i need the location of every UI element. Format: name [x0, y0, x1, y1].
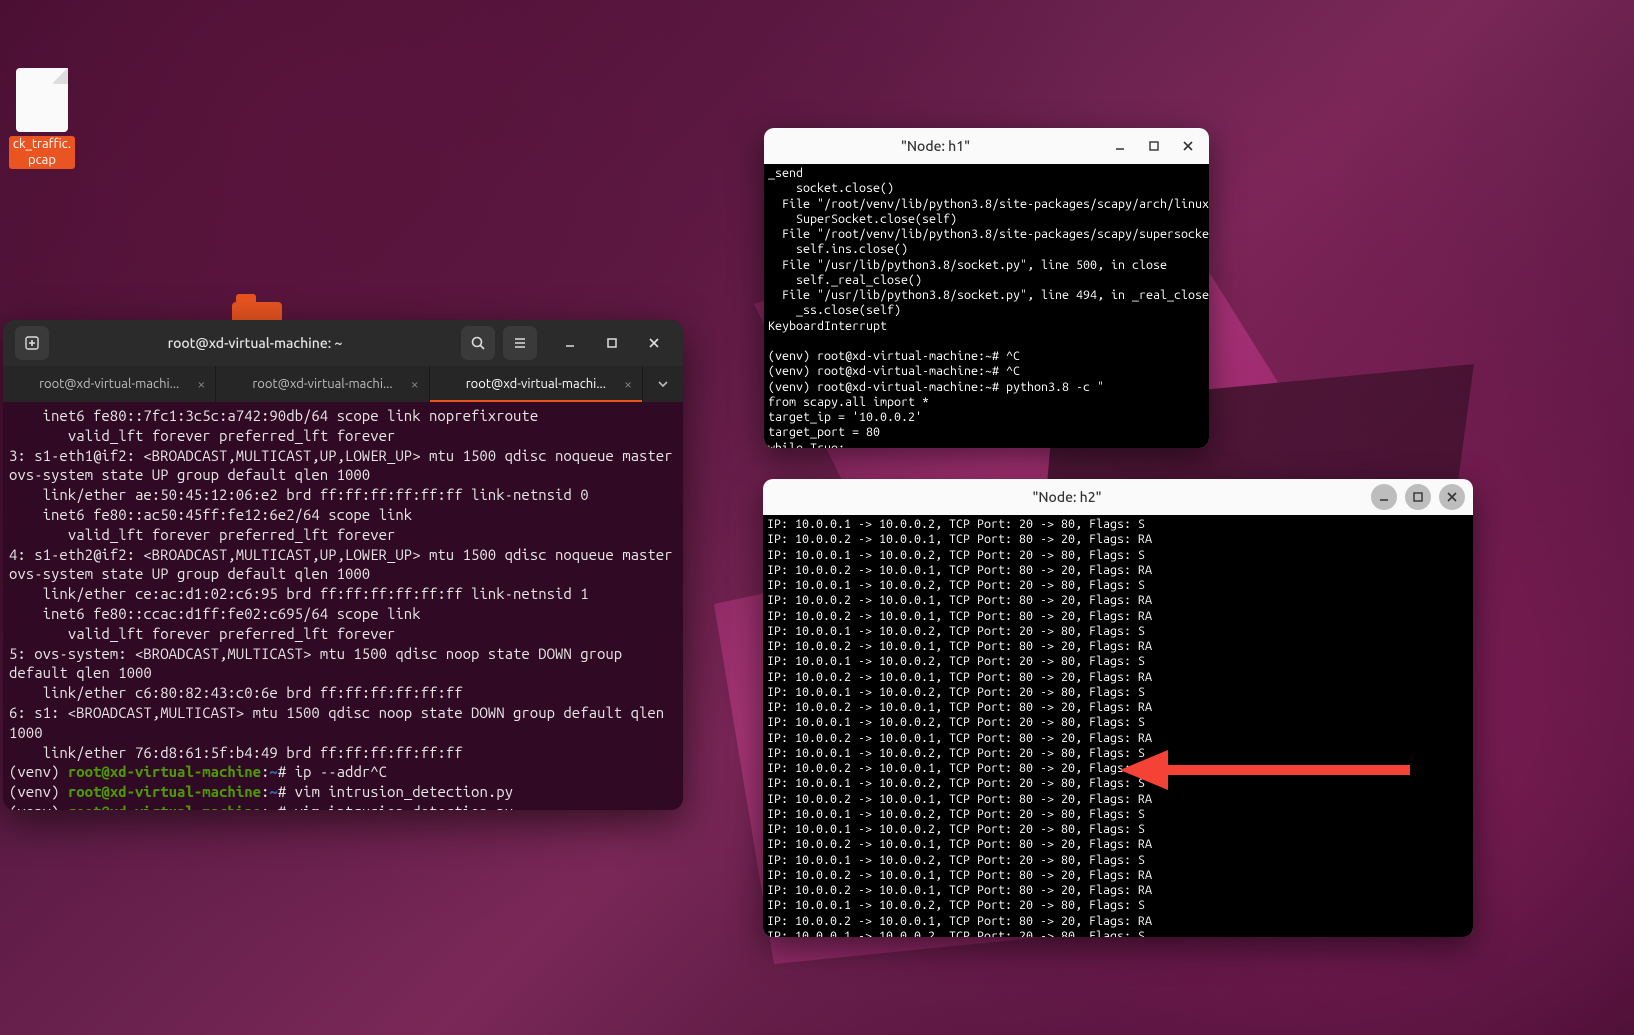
- tab-close-icon[interactable]: ×: [411, 376, 419, 392]
- node-h2-window[interactable]: "Node: h2" IP: 10.0.0.1 -> 10.0.0.2, TCP…: [763, 479, 1473, 937]
- maximize-button[interactable]: [1141, 133, 1167, 159]
- file-icon: [16, 68, 68, 132]
- terminal-tab-1[interactable]: root@xd-virtual-machi... ×: [216, 366, 429, 402]
- close-icon: [647, 336, 661, 350]
- node-h2-titlebar[interactable]: "Node: h2": [763, 479, 1473, 515]
- maximize-icon: [1148, 140, 1160, 152]
- hamburger-icon: [512, 335, 528, 351]
- tab-label: root@xd-virtual-machi...: [252, 377, 392, 391]
- desktop-file-label: ck_traffic. pcap: [9, 136, 75, 169]
- window-title: "Node: h2": [771, 489, 1363, 505]
- terminal-tabbar: root@xd-virtual-machi... × root@xd-virtu…: [3, 366, 683, 402]
- search-icon: [470, 335, 486, 351]
- plus-tab-icon: [24, 335, 40, 351]
- maximize-icon: [605, 336, 619, 350]
- tab-close-icon[interactable]: ×: [197, 376, 205, 392]
- terminal-output[interactable]: inet6 fe80::7fc1:3c5c:a742:90db/64 scope…: [3, 402, 683, 810]
- close-icon: [1446, 491, 1458, 503]
- maximize-button[interactable]: [595, 326, 629, 360]
- desktop-file-icon[interactable]: ck_traffic. pcap: [0, 68, 84, 169]
- minimize-icon: [1378, 491, 1390, 503]
- node-h1-window[interactable]: "Node: h1" _send socket.close() File "/r…: [764, 128, 1209, 448]
- minimize-icon: [563, 336, 577, 350]
- close-button[interactable]: [1439, 484, 1465, 510]
- terminal-tab-2[interactable]: root@xd-virtual-machi... ×: [430, 366, 643, 402]
- maximize-button[interactable]: [1405, 484, 1431, 510]
- close-icon: [1182, 140, 1194, 152]
- tab-list-dropdown[interactable]: [643, 366, 683, 402]
- menu-button[interactable]: [503, 326, 537, 360]
- chevron-down-icon: [657, 378, 669, 390]
- node-h1-titlebar[interactable]: "Node: h1": [764, 128, 1209, 164]
- tab-label: root@xd-virtual-machi...: [39, 377, 179, 391]
- search-button[interactable]: [461, 326, 495, 360]
- window-title: "Node: h1": [772, 138, 1099, 154]
- minimize-icon: [1114, 140, 1126, 152]
- tab-label: root@xd-virtual-machi...: [466, 377, 606, 391]
- gnome-terminal-window[interactable]: root@xd-virtual-machine: ~ root@xd-virtu…: [3, 320, 683, 810]
- new-tab-button[interactable]: [15, 326, 49, 360]
- maximize-icon: [1412, 491, 1424, 503]
- close-button[interactable]: [1175, 133, 1201, 159]
- minimize-button[interactable]: [1371, 484, 1397, 510]
- node-h2-output[interactable]: IP: 10.0.0.1 -> 10.0.0.2, TCP Port: 20 -…: [763, 515, 1473, 937]
- terminal-tab-0[interactable]: root@xd-virtual-machi... ×: [3, 366, 216, 402]
- minimize-button[interactable]: [553, 326, 587, 360]
- tab-close-icon[interactable]: ×: [624, 376, 632, 392]
- gnome-terminal-header[interactable]: root@xd-virtual-machine: ~: [3, 320, 683, 366]
- close-button[interactable]: [637, 326, 671, 360]
- minimize-button[interactable]: [1107, 133, 1133, 159]
- node-h1-output[interactable]: _send socket.close() File "/root/venv/li…: [764, 164, 1209, 448]
- window-title: root@xd-virtual-machine: ~: [53, 335, 457, 351]
